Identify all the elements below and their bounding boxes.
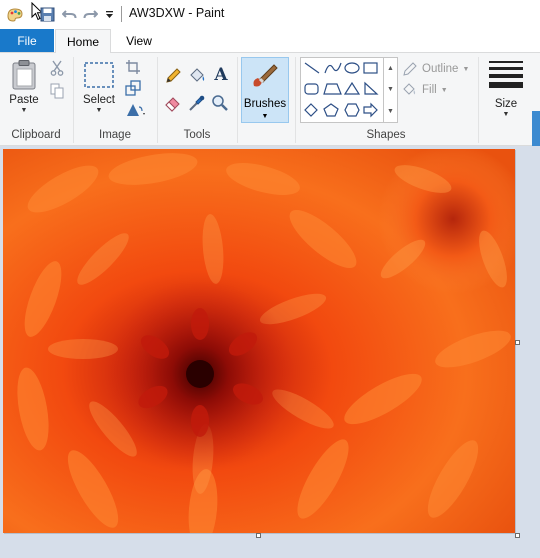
select-rectangle-icon xyxy=(84,62,114,88)
title-bar: AW3DXW - Paint xyxy=(0,0,540,29)
canvas-image[interactable] xyxy=(3,149,515,533)
select-dropdown-icon: ▼ xyxy=(95,107,103,114)
line-shape-icon xyxy=(304,62,320,74)
gallery-scrollbar[interactable]: ▲ ▼ ▼ xyxy=(383,58,397,122)
size-lines-icon[interactable] xyxy=(489,61,523,92)
ribbon: Paste ▼ Clipboard Select ▼ Image A Tools… xyxy=(0,52,540,171)
fill-label: Fill xyxy=(422,84,437,96)
outline-pen-icon xyxy=(403,62,417,76)
brushes-dropdown-icon: ▼ xyxy=(261,113,269,120)
chrysanthemum-photo xyxy=(3,149,515,533)
outline-dropdown[interactable]: Outline ▼ xyxy=(402,61,469,77)
rectangle-shape-icon xyxy=(363,62,378,74)
redo-icon[interactable] xyxy=(82,5,98,23)
paste-label: Paste xyxy=(9,94,39,106)
brushes-button[interactable]: Brushes ▼ xyxy=(241,57,289,123)
magnifier-icon[interactable] xyxy=(211,94,229,112)
select-button[interactable]: Select ▼ xyxy=(80,61,118,115)
scroll-up-icon[interactable]: ▲ xyxy=(387,65,394,72)
tab-file[interactable]: File xyxy=(0,29,54,52)
crop-icon[interactable] xyxy=(124,58,142,76)
outline-caret-icon: ▼ xyxy=(462,65,470,73)
paint-logo-icon[interactable] xyxy=(5,5,25,23)
resize-icon[interactable] xyxy=(124,79,142,97)
size-label: Size xyxy=(494,98,518,110)
ribbon-tabs: File Home View xyxy=(0,29,540,53)
right-arrow-shape-icon xyxy=(363,102,378,118)
shapes-group-label: Shapes xyxy=(366,129,406,141)
tab-home[interactable]: Home xyxy=(55,29,111,53)
save-icon[interactable] xyxy=(38,5,56,23)
polygon-shape-icon xyxy=(323,83,342,95)
size-button[interactable]: Size ▼ xyxy=(486,95,526,119)
right-triangle-shape-icon xyxy=(364,81,379,95)
text-icon[interactable]: A xyxy=(211,65,231,85)
tools-group-label: Tools xyxy=(183,129,211,141)
copy-icon[interactable] xyxy=(48,82,66,100)
group-separator xyxy=(237,57,238,143)
fill-dropdown[interactable]: Fill ▼ xyxy=(402,82,448,98)
eraser-icon[interactable] xyxy=(164,94,182,112)
shapes-gallery[interactable]: ▲ ▼ ▼ xyxy=(300,57,398,123)
undo-icon[interactable] xyxy=(61,5,77,23)
brush-icon xyxy=(253,64,278,87)
color-picker-icon[interactable] xyxy=(188,94,206,112)
rounded-rectangle-shape-icon xyxy=(304,83,319,95)
clipboard-icon xyxy=(12,60,36,90)
select-label: Select xyxy=(83,94,115,106)
paste-button[interactable]: Paste ▼ xyxy=(6,59,42,115)
paste-dropdown-icon: ▼ xyxy=(20,107,28,114)
rotate-icon[interactable] xyxy=(124,101,150,119)
curve-shape-icon xyxy=(324,62,342,74)
pentagon-shape-icon xyxy=(323,103,339,117)
tab-view[interactable]: View xyxy=(113,29,165,52)
pencil-icon[interactable] xyxy=(164,67,182,85)
fill-caret-icon: ▼ xyxy=(440,86,448,94)
chevron-down-icon[interactable] xyxy=(103,5,115,23)
diamond-shape-icon xyxy=(304,103,318,117)
hexagon-shape-icon xyxy=(344,103,360,117)
outline-label: Outline xyxy=(422,63,459,75)
canvas-workspace[interactable] xyxy=(0,146,540,558)
title-separator xyxy=(121,6,122,22)
gallery-expand-icon[interactable]: ▼ xyxy=(387,108,394,115)
window-title: AW3DXW - Paint xyxy=(129,6,225,20)
triangle-shape-icon xyxy=(343,81,361,95)
group-separator xyxy=(478,57,479,143)
fill-bucket-small-icon xyxy=(403,83,416,95)
fill-bucket-icon[interactable] xyxy=(188,67,206,85)
brushes-label: Brushes xyxy=(243,98,287,110)
clipboard-group-label: Clipboard xyxy=(11,129,61,141)
cut-icon[interactable] xyxy=(48,59,66,77)
oval-shape-icon xyxy=(344,62,360,74)
image-group-label: Image xyxy=(99,129,131,141)
resize-handle-bottom[interactable] xyxy=(256,533,261,538)
size-dropdown-icon: ▼ xyxy=(502,111,510,118)
resize-handle-right[interactable] xyxy=(515,340,520,345)
scroll-down-icon[interactable]: ▼ xyxy=(387,86,394,93)
resize-handle-corner[interactable] xyxy=(515,533,520,538)
